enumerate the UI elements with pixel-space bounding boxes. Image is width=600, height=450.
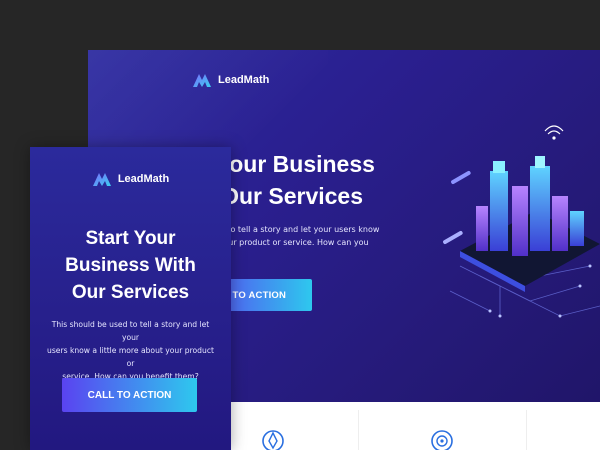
feature-divider — [526, 410, 527, 450]
radar-target-icon — [431, 430, 453, 450]
leadmath-logo-icon — [92, 173, 111, 186]
mobile-hero-title: Start Your Business With Our Services — [40, 225, 221, 306]
desktop-header-logo[interactable]: LeadMath — [192, 72, 269, 88]
hero-title-line: Business With — [65, 255, 196, 276]
isometric-city-illustration — [443, 125, 600, 318]
target-pin-icon — [262, 430, 284, 450]
hero-text-line: users know a little more about your prod… — [47, 346, 214, 368]
feature-divider — [358, 410, 359, 450]
mobile-hero-text: This should be used to tell a story and … — [42, 318, 219, 383]
hero-text-line: This should be used to tell a story and … — [51, 320, 210, 342]
leadmath-logo-icon — [193, 74, 211, 87]
mobile-mockup: LeadMath Start Your Business With Our Se… — [30, 147, 231, 450]
hero-title-line: Our Services — [71, 282, 190, 303]
mobile-cta-button[interactable]: CALL TO ACTION — [62, 378, 197, 412]
brand-name: LeadMath — [218, 74, 270, 86]
brand-name: LeadMath — [117, 173, 170, 185]
mobile-header-logo[interactable]: LeadMath — [30, 171, 231, 187]
hero-title-line: Start Your — [85, 228, 176, 249]
